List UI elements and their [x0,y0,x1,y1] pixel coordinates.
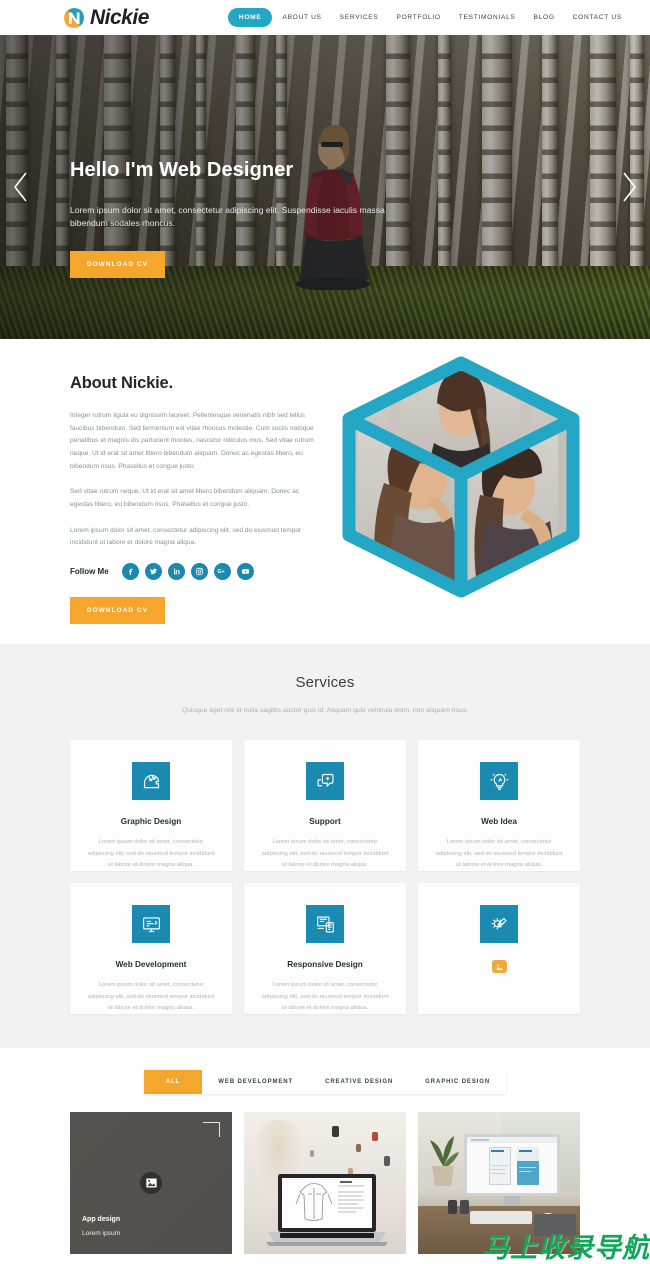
nav-item-portfolio[interactable]: PORTFOLIO [388,8,448,27]
service-title: Web Idea [481,817,517,826]
about-paragraph-1: Integer rutrum ligula eu dignissim laore… [70,412,314,470]
keyboard [470,1211,532,1224]
head-gears-icon [132,762,170,800]
nickie-n-logo-icon [64,7,84,28]
service-text: Lorem ipsum dolor sit amet, consectetur … [87,982,215,1012]
site-logo[interactable]: Nickie [63,6,149,30]
hero-next-arrow-icon[interactable] [616,167,642,207]
logo-text: Nickie [90,5,149,29]
services-section: Services Quisque eget nisl id nulla sagi… [0,644,650,1048]
social-links: G+ [121,562,254,580]
filter-web-development[interactable]: WEB DEVELOPMENT [202,1070,309,1094]
services-card-grid: Graphic Design Lorem ipsum dolor sit ame… [0,740,650,1014]
about-paragraph-3: Lorem ipsum dolor sit amet, consectetur … [70,526,302,547]
instagram-icon[interactable] [190,562,208,580]
service-title: Graphic Design [120,817,182,826]
nav-item-home[interactable]: HOME [227,8,273,27]
about-section: About Nickie. Integer rutrum ligula eu d… [0,339,650,644]
photo-cube-icon [342,356,580,598]
service-card-graphic-design[interactable]: Graphic Design Lorem ipsum dolor sit ame… [70,740,232,871]
chat-support-icon [306,762,344,800]
service-title: Responsive Design [287,960,363,969]
services-title: Services [295,674,355,691]
imac-monitor [464,1134,560,1196]
facebook-icon[interactable] [121,562,139,580]
svg-text:G+: G+ [218,570,225,576]
follow-me-row: Follow Me G+ [70,562,320,580]
youtube-icon[interactable] [236,562,254,580]
nav-item-contact-us[interactable]: CONTACT US [565,8,630,27]
google-plus-icon[interactable]: G+ [213,562,231,580]
page-root: Nickie HOME ABOUT US SERVICES PORTFOLIO … [0,0,650,1264]
portfolio-filter-bar: ALL WEB DEVELOPMENT CREATIVE DESIGN GRAP… [143,1070,507,1094]
service-card-support[interactable]: Support Lorem ipsum dolor sit amet, cons… [244,740,406,871]
service-text: Lorem ipsum dolor sit amet, consectetur … [435,839,563,869]
filter-graphic-design[interactable]: GRAPHIC DESIGN [409,1070,506,1094]
portfolio-caption: App design Lorem ipsum [82,1216,120,1237]
service-card-web-development[interactable]: Web Development Lorem ipsum dolor sit am… [70,883,232,1014]
portfolio-section: ALL WEB DEVELOPMENT CREATIVE DESIGN GRAP… [0,1048,650,1254]
service-title: Support [309,817,341,826]
service-card-broken[interactable] [418,883,580,1014]
image-placeholder-icon [140,1172,162,1194]
nav-item-blog[interactable]: BLOG [526,8,563,27]
hero-title: Hello I'm Web Designer [70,159,294,181]
responsive-devices-icon [306,905,344,943]
nav-item-testimonials[interactable]: TESTIMONIALS [451,8,524,27]
follow-me-label: Follow Me [70,566,109,576]
service-text: Lorem ipsum dolor sit amet, consectetur … [261,982,389,1012]
hero-prev-arrow-icon[interactable] [8,167,34,207]
about-cta-wrap: DOWNLOAD CV [70,596,320,624]
service-text: Lorem ipsum dolor sit amet, consectetur … [87,839,215,869]
portfolio-filters: ALL WEB DEVELOPMENT CREATIVE DESIGN GRAP… [0,1070,650,1094]
nav-item-services[interactable]: SERVICES [332,8,387,27]
service-text: Lorem ipsum dolor sit amet, consectetur … [261,839,389,869]
filter-creative-design[interactable]: CREATIVE DESIGN [309,1070,409,1094]
service-card-web-idea[interactable]: Web Idea Lorem ipsum dolor sit amet, con… [418,740,580,871]
hero-subtitle: Lorem ipsum dolor sit amet, consectetur … [70,205,385,229]
portfolio-item-laptop-sketch[interactable] [244,1112,406,1254]
portfolio-item-subtitle: Lorem ipsum [82,1230,121,1237]
main-nav: HOME ABOUT US SERVICES PORTFOLIO TESTIMO… [227,8,630,27]
portfolio-item-app-design[interactable]: App design Lorem ipsum [70,1112,232,1254]
service-title: Web Development [115,960,187,969]
nav-item-about-us[interactable]: ABOUT US [274,8,329,27]
portfolio-item-title: App design [82,1216,121,1223]
laptop-illustration [266,1174,388,1246]
hero-slider: Hello I'm Web Designer Lorem ipsum dolor… [0,35,650,339]
service-card-responsive-design[interactable]: Responsive Design Lorem ipsum dolor sit … [244,883,406,1014]
twitter-icon[interactable] [144,562,162,580]
linkedin-icon[interactable] [167,562,185,580]
about-paragraph-2: Sed vitae rutrum neque. Ut id erat sit a… [70,488,300,508]
about-text-column: About Nickie. Integer rutrum ligula eu d… [70,374,320,624]
about-photo-cube [330,347,592,607]
site-watermark: 马上收录导航 [482,1233,650,1263]
gear-screwdriver-icon [480,905,518,943]
plant-decor [430,1136,459,1186]
site-header: Nickie HOME ABOUT US SERVICES PORTFOLIO … [0,0,650,35]
hero-download-cv-button[interactable]: DOWNLOAD CV [70,250,166,278]
filter-all[interactable]: ALL [143,1070,203,1094]
about-download-cv-button[interactable]: DOWNLOAD CV [70,596,166,624]
image-placeholder-icon [491,960,507,973]
monitor-code-icon [132,905,170,943]
hero-content: Hello I'm Web Designer Lorem ipsum dolor… [70,159,430,278]
lightbulb-idea-icon [480,762,518,800]
services-subtitle: Quisque eget nisl id nulla sagittis auct… [181,707,468,714]
about-title: About Nickie. [70,374,173,392]
corner-bracket-icon [203,1122,220,1137]
